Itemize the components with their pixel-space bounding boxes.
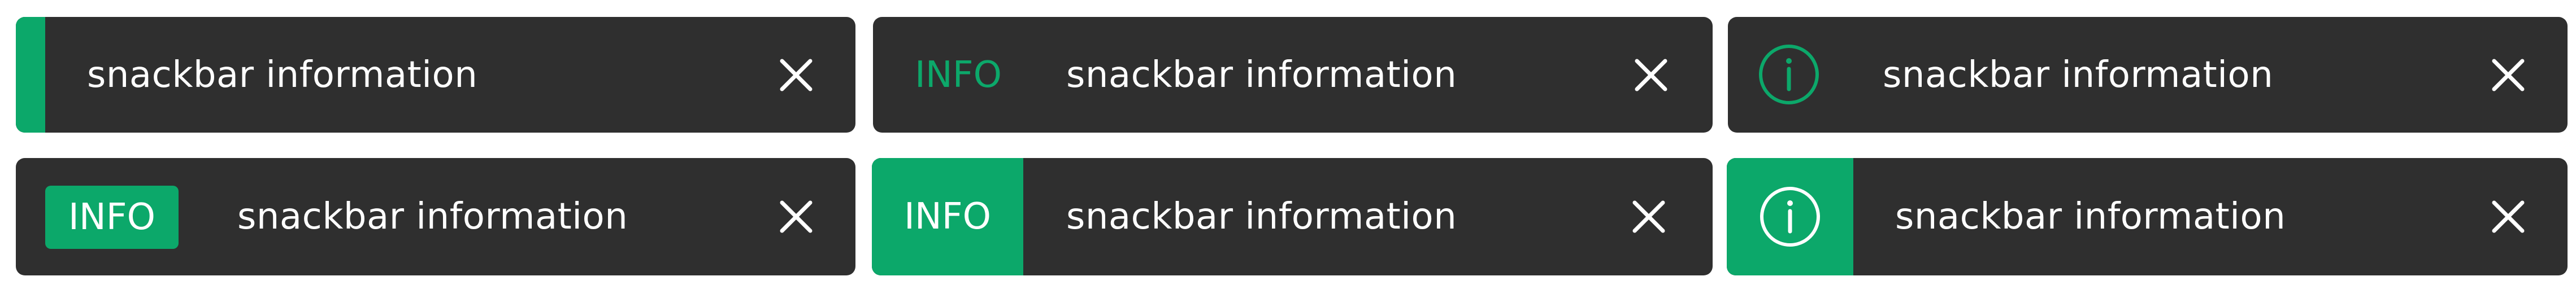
snackbar-message: snackbar information <box>237 196 628 238</box>
close-icon <box>1631 199 1666 234</box>
snackbar-inline-icon: snackbar information <box>1728 17 2568 133</box>
close-button[interactable] <box>2483 17 2534 133</box>
snackbar-message: snackbar information <box>1066 196 1457 238</box>
snackbar-filled-block: INFO snackbar information <box>872 158 1713 275</box>
snackbar-message: snackbar information <box>87 54 478 96</box>
close-button[interactable] <box>1623 158 1674 275</box>
snackbar-message: snackbar information <box>1883 54 2274 96</box>
snackbar-message: snackbar information <box>1066 54 1457 96</box>
close-button[interactable] <box>1626 17 1676 133</box>
close-button[interactable] <box>771 158 822 275</box>
snackbar-message: snackbar information <box>1895 196 2286 238</box>
info-tag: INFO <box>872 158 1023 275</box>
close-icon <box>779 58 814 93</box>
accent-stripe <box>16 17 45 133</box>
close-icon <box>779 199 814 234</box>
snackbar-inline-tag: INFO snackbar information <box>873 17 1713 133</box>
close-icon <box>2491 199 2526 234</box>
info-tag: INFO <box>915 54 1002 96</box>
close-icon <box>2491 58 2526 93</box>
close-button[interactable] <box>2483 158 2534 275</box>
info-tag: INFO <box>45 186 179 249</box>
info-circle-icon <box>1756 42 1822 107</box>
close-button[interactable] <box>771 17 822 133</box>
snackbar-filled-icon: snackbar information <box>1727 158 2568 275</box>
close-icon <box>1634 58 1669 93</box>
snackbar-stripe: snackbar information <box>16 17 855 133</box>
info-circle-icon <box>1757 184 1823 249</box>
snackbar-filled-pill: INFO snackbar information <box>16 158 855 275</box>
icon-block <box>1727 158 1853 275</box>
